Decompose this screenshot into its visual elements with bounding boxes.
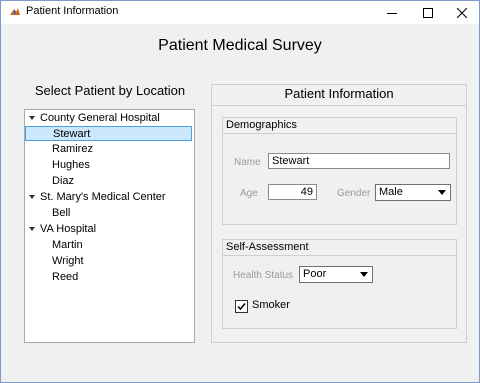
window-title: Patient Information xyxy=(26,5,119,17)
tree-leaf-hughes[interactable]: Hughes xyxy=(25,158,192,173)
tree-leaf-label: Hughes xyxy=(52,159,90,171)
close-icon xyxy=(457,7,467,18)
demographics-title: Demographics xyxy=(226,119,297,131)
client-area: Patient Medical Survey Select Patient by… xyxy=(1,24,479,382)
maximize-button[interactable] xyxy=(411,1,445,24)
gender-label: Gender xyxy=(337,188,371,199)
tree-leaf-reed[interactable]: Reed xyxy=(25,270,192,285)
tree-leaf-label: Reed xyxy=(52,271,79,283)
gender-value: Male xyxy=(379,186,403,198)
app-window: Patient Information Patient Medical Surv… xyxy=(0,0,480,383)
group-divider xyxy=(223,255,456,256)
minimize-icon xyxy=(387,12,397,14)
smoker-label[interactable]: Smoker xyxy=(252,299,290,311)
close-button[interactable] xyxy=(445,1,479,24)
tree-leaf-wright[interactable]: Wright xyxy=(25,254,192,269)
chevron-down-icon[interactable] xyxy=(29,116,35,120)
maximize-icon xyxy=(423,7,433,18)
health-status-select[interactable]: Poor xyxy=(299,266,373,283)
health-status-value: Poor xyxy=(303,268,327,280)
chevron-down-icon[interactable] xyxy=(29,227,35,231)
tree-leaf-stewart[interactable]: Stewart xyxy=(25,126,192,141)
gender-select[interactable]: Male xyxy=(375,184,451,201)
tree-node-label: VA Hospital xyxy=(40,223,97,235)
location-panel-title: Select Patient by Location xyxy=(34,83,186,98)
patient-tree[interactable]: County General Hospital Stewart Ramirez … xyxy=(24,109,195,343)
tree-leaf-diaz[interactable]: Diaz xyxy=(25,174,192,189)
matlab-app-icon xyxy=(9,6,21,18)
page-title: Patient Medical Survey xyxy=(158,37,322,54)
age-field[interactable]: 49 xyxy=(268,184,317,200)
dropdown-arrow-icon xyxy=(360,272,368,277)
self-assessment-title: Self-Assessment xyxy=(226,241,309,253)
group-divider xyxy=(223,133,456,134)
patient-info-panel: Patient Information Demographics Name St… xyxy=(211,84,467,343)
tree-leaf-label: Martin xyxy=(52,239,83,251)
tree-leaf-label: Wright xyxy=(52,255,84,267)
name-field[interactable]: Stewart xyxy=(268,153,450,169)
tree-leaf-label: Diaz xyxy=(52,175,75,187)
checkmark-icon xyxy=(237,303,246,311)
tree-leaf-label: Ramirez xyxy=(52,143,93,155)
tree-node-label: St. Mary's Medical Center xyxy=(40,191,166,203)
tree-leaf-label: Stewart xyxy=(53,128,91,140)
demographics-group: Demographics Name Stewart Age 49 Gender … xyxy=(222,117,457,225)
patient-info-title: Patient Information xyxy=(284,86,394,101)
health-status-label: Health Status xyxy=(233,270,294,281)
tree-leaf-martin[interactable]: Martin xyxy=(25,238,192,253)
tree-leaf-label: Bell xyxy=(52,207,71,219)
tree-leaf-ramirez[interactable]: Ramirez xyxy=(25,142,192,157)
tree-node-va-hospital[interactable]: VA Hospital xyxy=(25,222,192,237)
name-label: Name xyxy=(234,157,261,168)
title-bar[interactable]: Patient Information xyxy=(1,1,479,24)
tree-node-county-general[interactable]: County General Hospital xyxy=(25,111,192,126)
tree-node-st-marys[interactable]: St. Mary's Medical Center xyxy=(25,190,192,205)
tree-leaf-bell[interactable]: Bell xyxy=(25,206,192,221)
minimize-button[interactable] xyxy=(375,1,409,24)
chevron-down-icon[interactable] xyxy=(29,195,35,199)
smoker-checkbox[interactable] xyxy=(235,300,248,313)
self-assessment-group: Self-Assessment Health Status Poor Smoke… xyxy=(222,239,457,329)
dropdown-arrow-icon xyxy=(438,190,446,195)
tree-node-label: County General Hospital xyxy=(40,112,160,124)
age-label: Age xyxy=(240,188,258,199)
panel-divider xyxy=(212,105,466,106)
